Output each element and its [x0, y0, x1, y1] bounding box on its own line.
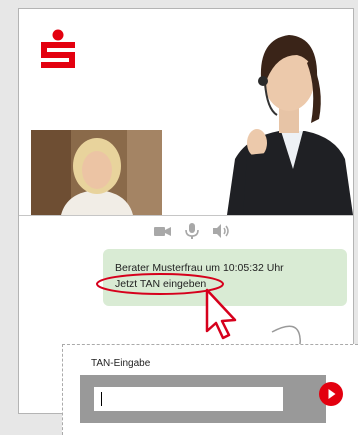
speaker-icon[interactable]	[211, 222, 231, 240]
customer-self-view	[31, 130, 162, 215]
play-arrow-icon	[328, 389, 336, 399]
tan-label: TAN-Eingabe	[91, 358, 151, 369]
sparkasse-logo-icon	[41, 29, 75, 68]
microphone-icon[interactable]	[182, 222, 202, 240]
chat-message-meta: Berater Musterfrau um 10:05:32 Uhr	[115, 262, 284, 274]
tan-input-bar	[80, 375, 343, 423]
tan-entry-panel: TAN-Eingabe	[62, 344, 358, 435]
tan-input[interactable]	[94, 387, 283, 411]
advisor-video	[227, 35, 353, 215]
video-camera-icon[interactable]	[153, 222, 173, 240]
video-area	[19, 9, 353, 216]
tan-submit-button[interactable]	[319, 382, 343, 406]
text-cursor	[101, 392, 102, 406]
media-controls	[153, 221, 231, 241]
chat-message: Berater Musterfrau um 10:05:32 Uhr Jetzt…	[103, 249, 347, 306]
chat-message-text: Jetzt TAN eingeben	[115, 278, 207, 290]
